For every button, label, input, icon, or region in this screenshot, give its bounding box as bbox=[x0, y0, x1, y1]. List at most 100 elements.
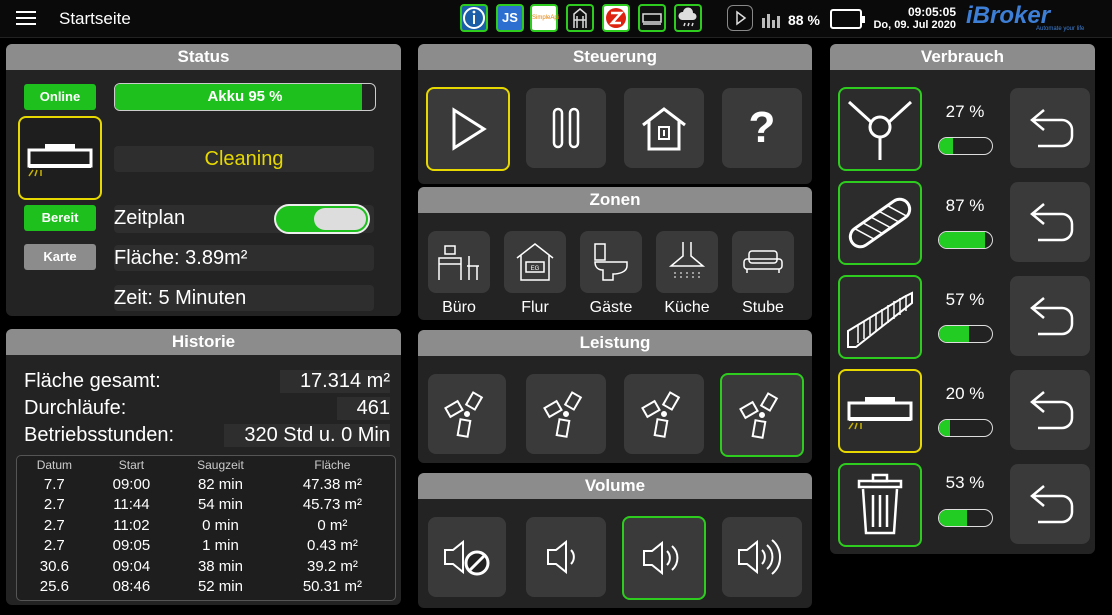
summary-label: Durchläufe: bbox=[24, 397, 127, 419]
table-cell: 09:05 bbox=[112, 537, 151, 555]
clock-time: 09:05:05 bbox=[907, 5, 956, 19]
steuerung-header: Steuerung bbox=[418, 44, 812, 70]
clock-date: Do, 09. Jul 2020 bbox=[873, 19, 956, 31]
fan-speed-4-icon bbox=[739, 392, 779, 439]
status-panel: Status Online Akku 95 % Cleaning Bereit … bbox=[6, 44, 401, 316]
main-brush-image[interactable] bbox=[838, 181, 922, 265]
zonen-panel: Zonen EG Büro Flur Gäste Küche Stube bbox=[418, 187, 812, 320]
historie-table: Datum Start Saugzeit Fläche 7.7 09:00 82 min 4… bbox=[17, 456, 395, 597]
volume-high-button[interactable] bbox=[722, 517, 802, 597]
karte-button[interactable]: Karte bbox=[24, 244, 96, 270]
weather-adapter-icon[interactable] bbox=[674, 4, 702, 32]
main-brush-level bbox=[938, 231, 993, 249]
menu-icon[interactable] bbox=[16, 10, 36, 26]
table-row: 30.6 09:04 38 min 39.2 m² bbox=[17, 556, 395, 577]
zone-label-stube: Stube bbox=[742, 299, 784, 316]
power-quiet-button[interactable] bbox=[428, 374, 506, 454]
zone-stube-button[interactable] bbox=[732, 231, 794, 293]
power-balanced-button[interactable] bbox=[526, 374, 606, 454]
fan-speed-1-icon bbox=[444, 391, 484, 438]
table-row: 7.7 09:00 82 min 47.38 m² bbox=[17, 474, 395, 495]
info-adapter-icon[interactable] bbox=[460, 4, 488, 32]
sensor-reset-button[interactable] bbox=[1010, 370, 1090, 450]
historie-table-box: Datum Start Saugzeit Fläche 7.7 09:00 82 min 4… bbox=[16, 455, 396, 601]
table-cell: 25.6 bbox=[39, 578, 69, 596]
brand-logo: iBroker Automate your life bbox=[966, 2, 1096, 34]
steuerung-panel: Steuerung ? bbox=[418, 44, 812, 184]
summary-row: Betriebsstunden: 320 Std u. 0 Min bbox=[22, 423, 392, 447]
help-button[interactable]: ? bbox=[722, 88, 802, 168]
rivus-adapter-icon[interactable] bbox=[566, 4, 594, 32]
zone-gaeste-button[interactable] bbox=[580, 231, 642, 293]
top-bar: Startseite JS SimpleApi 88 % 09:05:05 Do… bbox=[0, 0, 1112, 38]
side-brush-reset-button[interactable] bbox=[1010, 88, 1090, 168]
zone-kueche-button[interactable] bbox=[656, 231, 718, 293]
table-row: 2.7 11:44 54 min 45.73 m² bbox=[17, 495, 395, 516]
table-cell: 30.6 bbox=[39, 557, 69, 575]
simple-api-icon[interactable]: SimpleApi bbox=[530, 4, 559, 32]
home-button[interactable] bbox=[624, 88, 704, 168]
pause-button[interactable] bbox=[526, 88, 606, 168]
table-cell: 0.43 m² bbox=[306, 537, 358, 555]
house-eg-icon: EG bbox=[516, 243, 554, 281]
fan-speed-3-icon bbox=[641, 391, 681, 438]
verbrauch-panel: Verbrauch 27 % 87 % 57 % 20 % 53 % bbox=[830, 44, 1095, 554]
question-icon: ? bbox=[748, 103, 776, 152]
battery-icon bbox=[830, 9, 865, 29]
volume-medium-button[interactable] bbox=[622, 516, 706, 600]
main-brush-reset-button[interactable] bbox=[1010, 182, 1090, 262]
zeit-row: Zeit: 5 Minuten bbox=[114, 285, 374, 311]
verbrauch-header: Verbrauch bbox=[830, 44, 1095, 70]
column-header: Fläche bbox=[314, 458, 351, 472]
volume-mute-button[interactable] bbox=[428, 517, 506, 597]
volume-panel: Volume bbox=[418, 473, 812, 608]
mihome-vacuum-icon[interactable] bbox=[638, 4, 666, 32]
column-header: Datum bbox=[36, 458, 73, 472]
filter-reset-button[interactable] bbox=[1010, 276, 1090, 356]
zeit-text: Zeit: 5 Minuten bbox=[114, 287, 247, 309]
undo-arrow-icon bbox=[1030, 485, 1074, 524]
zwave-adapter-icon[interactable] bbox=[602, 4, 630, 32]
zone-buero-button[interactable] bbox=[428, 231, 490, 293]
zeitplan-toggle[interactable] bbox=[274, 204, 370, 234]
main-brush-percent: 87 % bbox=[945, 196, 985, 215]
javascript-adapter-icon[interactable]: JS bbox=[496, 4, 524, 32]
play-icon[interactable] bbox=[727, 5, 753, 31]
volume-low-button[interactable] bbox=[526, 517, 606, 597]
dustbin-level-fill bbox=[939, 510, 968, 526]
table-cell: 09:04 bbox=[112, 557, 151, 575]
hood-icon bbox=[668, 242, 706, 278]
summary-value: 320 Std u. 0 Min bbox=[224, 424, 390, 447]
side-brush-image[interactable] bbox=[838, 87, 922, 171]
table-cell: 50.31 m² bbox=[302, 578, 363, 596]
dustbin-percent: 53 % bbox=[945, 473, 985, 492]
dustbin-image[interactable] bbox=[838, 463, 922, 547]
side-brush-icon bbox=[847, 100, 913, 160]
vacuum-robot-image[interactable] bbox=[18, 116, 102, 200]
summary-label: Betriebsstunden: bbox=[24, 424, 175, 446]
undo-arrow-icon bbox=[1030, 203, 1074, 242]
summary-row: Durchläufe: 461 bbox=[22, 396, 392, 420]
akku-label: Akku 95 % bbox=[207, 88, 283, 105]
main-brush-level-fill bbox=[939, 232, 986, 248]
zone-flur-button[interactable]: EG bbox=[504, 231, 566, 293]
table-cell: 0 m² bbox=[317, 516, 348, 534]
start-button[interactable] bbox=[426, 87, 510, 171]
sensor-image[interactable] bbox=[838, 369, 922, 453]
flaeche-row: Fläche: 3.89m² bbox=[114, 245, 374, 271]
table-cell: 47.38 m² bbox=[302, 475, 363, 493]
power-max-button[interactable] bbox=[720, 373, 804, 457]
table-cell: 54 min bbox=[197, 496, 243, 514]
table-cell: 11:44 bbox=[113, 496, 150, 514]
summary-value: 461 bbox=[336, 397, 390, 420]
power-turbo-button[interactable] bbox=[624, 374, 704, 454]
brand-tagline: Automate your life bbox=[1036, 26, 1085, 32]
zeitplan-row: Zeitplan bbox=[114, 204, 374, 234]
table-cell: 45.73 m² bbox=[302, 496, 363, 514]
filter-image[interactable] bbox=[838, 275, 922, 359]
table-row: 25.6 08:46 52 min 50.31 m² bbox=[17, 577, 395, 598]
chart-icon[interactable] bbox=[761, 10, 781, 33]
zone-label-flur: Flur bbox=[521, 299, 549, 316]
dustbin-reset-button[interactable] bbox=[1010, 464, 1090, 544]
table-cell: 11:02 bbox=[113, 516, 150, 534]
